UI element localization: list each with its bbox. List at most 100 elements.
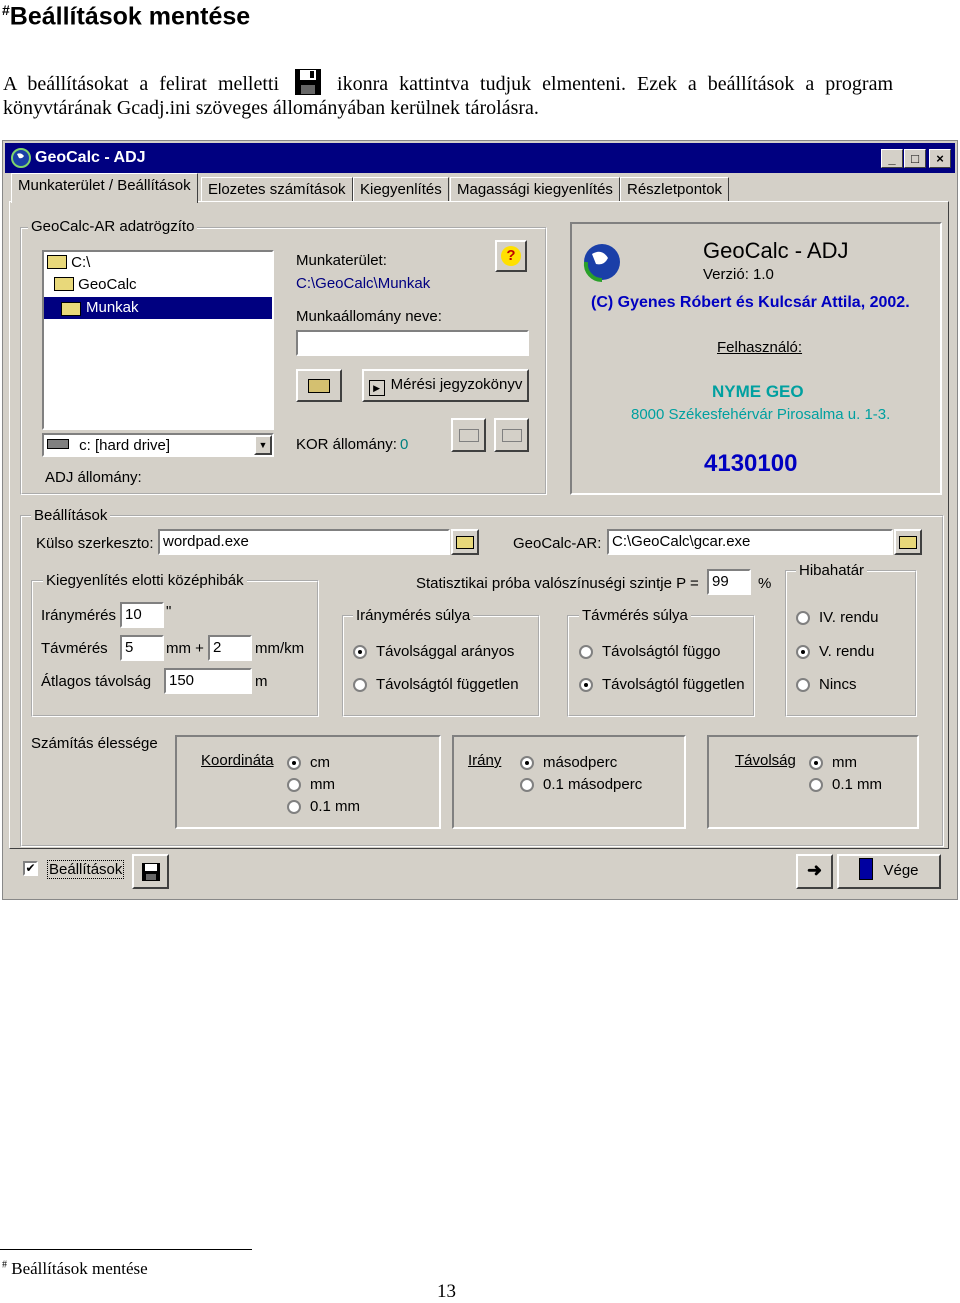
- radio-button[interactable]: [287, 800, 301, 814]
- radio-button[interactable]: [809, 756, 823, 770]
- about-app-name: GeoCalc - ADJ: [703, 238, 849, 263]
- browse-gcar-button[interactable]: [894, 529, 922, 555]
- folder-open-icon: [47, 255, 67, 269]
- precision-label: Számítás élessége: [31, 735, 158, 752]
- radio-button[interactable]: [796, 611, 810, 625]
- exit-door-icon: [859, 858, 874, 880]
- gcar-label: GeoCalc-AR:: [513, 535, 602, 552]
- limit-group-label: Hibahatár: [796, 562, 868, 579]
- folder-open-icon: [54, 277, 74, 291]
- next-button[interactable]: ➜: [796, 854, 833, 889]
- direction-unit: ": [166, 603, 172, 620]
- hard-drive-icon: [47, 439, 69, 449]
- distance-label: Távmérés: [41, 640, 108, 657]
- direction-label: Iránymérés: [41, 607, 117, 624]
- adj-file-label: ADJ állomány:: [45, 469, 142, 486]
- help-button[interactable]: ?: [495, 240, 527, 272]
- about-address: 8000 Székesfehérvár Pirosalma u. 1-3.: [631, 406, 891, 423]
- about-user-label: Felhasználó:: [717, 339, 803, 356]
- tab-adjustment[interactable]: Kiegyenlítés: [353, 177, 449, 202]
- folder-open-icon: [61, 302, 81, 316]
- about-version: Verzió: 1.0: [703, 266, 774, 283]
- dist-precision-label: Távolság: [735, 752, 796, 769]
- open-kor-button[interactable]: [451, 418, 486, 452]
- coord-precision-panel: Koordináta cm mm 0.1 mm: [175, 735, 441, 829]
- tab-detail-points[interactable]: Részletpontok: [620, 177, 730, 202]
- folder-tree[interactable]: C:\ GeoCalc Munkak: [42, 250, 274, 430]
- document-title: #Beállítások mentése: [2, 2, 251, 31]
- folder-open-icon: [458, 429, 479, 442]
- application-window: GeoCalc - ADJ _ □ × Munkaterület / Beáll…: [2, 140, 958, 900]
- dir-weight-group-label: Iránymérés súlya: [353, 607, 474, 624]
- about-serial: 4130100: [704, 450, 798, 477]
- radio-button[interactable]: [579, 678, 593, 692]
- protocol-button[interactable]: ▶ Mérési jegyzokönyv: [362, 369, 529, 402]
- tab-preliminary[interactable]: Elozetes számítások: [201, 177, 353, 202]
- globe-icon: [580, 240, 624, 288]
- window-title: GeoCalc - ADJ: [35, 149, 146, 166]
- settings-group-label: Beállítások: [31, 507, 111, 524]
- end-button[interactable]: Vége: [837, 854, 941, 889]
- title-bar: GeoCalc - ADJ _ □ ×: [5, 143, 955, 173]
- stat-level-unit: %: [758, 575, 772, 592]
- kor-label: KOR állomány:: [296, 436, 397, 453]
- stat-level-input[interactable]: 99: [707, 569, 751, 595]
- distance-unit: mm +: [166, 640, 204, 657]
- avg-distance-unit: m: [255, 673, 268, 690]
- help-icon: ?: [501, 246, 521, 266]
- about-panel: GeoCalc - ADJ Verzió: 1.0 (C) Gyenes Rób…: [570, 222, 942, 495]
- editor-label: Külso szerkeszto:: [36, 535, 154, 552]
- chevron-down-icon[interactable]: ▼: [254, 435, 272, 455]
- maximize-button[interactable]: □: [904, 149, 926, 168]
- settings-checkbox-label: Beállítások: [47, 860, 125, 879]
- save-settings-button[interactable]: [132, 854, 169, 889]
- editor-input[interactable]: wordpad.exe: [158, 529, 450, 555]
- radio-button[interactable]: [809, 778, 823, 792]
- station-name-input[interactable]: [296, 330, 529, 356]
- radio-button[interactable]: [796, 645, 810, 659]
- radio-button[interactable]: [287, 778, 301, 792]
- stat-level-label: Statisztikai próba valószínuségi szintje…: [416, 575, 699, 592]
- tree-item-root[interactable]: C:\: [47, 254, 90, 271]
- errors-group-label: Kiegyenlítés elotti középhibák: [43, 572, 247, 589]
- page-number: 13: [437, 1281, 456, 1302]
- distance-input[interactable]: 5: [120, 635, 164, 661]
- open-multiple-button[interactable]: [494, 418, 529, 452]
- settings-checkbox[interactable]: ✔: [23, 861, 38, 876]
- direction-input[interactable]: 10: [120, 602, 164, 628]
- dist-weight-group: [567, 615, 755, 717]
- workspace-path: C:\GeoCalc\Munkak: [296, 275, 431, 292]
- distance-ppm-input[interactable]: 2: [208, 635, 252, 661]
- radio-button[interactable]: [287, 756, 301, 770]
- browse-editor-button[interactable]: [451, 529, 479, 555]
- close-button[interactable]: ×: [929, 149, 951, 168]
- about-org: NYME GEO: [712, 382, 804, 401]
- tree-item-geocalc[interactable]: GeoCalc: [54, 276, 137, 293]
- coord-precision-label: Koordináta: [201, 752, 274, 769]
- dir-precision-panel: Irány másodperc 0.1 másodperc: [452, 735, 686, 829]
- footnote: # Beállítások mentése: [2, 1259, 148, 1278]
- gcar-input[interactable]: C:\GeoCalc\gcar.exe: [607, 529, 893, 555]
- tab-settings[interactable]: Munkaterület / Beállítások: [11, 173, 198, 203]
- tab-height-adjustment[interactable]: Magassági kiegyenlítés: [450, 177, 620, 202]
- radio-button[interactable]: [579, 645, 593, 659]
- tree-item-munkak[interactable]: Munkak: [44, 297, 272, 319]
- drive-select[interactable]: c: [hard drive] ▼: [42, 433, 274, 457]
- radio-button[interactable]: [353, 645, 367, 659]
- globe-icon: [11, 148, 31, 172]
- station-name-label: Munkaállomány neve:: [296, 308, 442, 325]
- about-copyright: (C) Gyenes Róbert és Kulcsár Attila, 200…: [591, 294, 910, 311]
- minimize-button[interactable]: _: [881, 149, 903, 168]
- radio-button[interactable]: [353, 678, 367, 692]
- radio-button[interactable]: [796, 678, 810, 692]
- kor-value: 0: [400, 436, 409, 453]
- open-folder-button[interactable]: [296, 369, 342, 402]
- radio-button[interactable]: [520, 778, 534, 792]
- dir-precision-label: Irány: [468, 752, 502, 769]
- avg-distance-label: Átlagos távolság: [41, 673, 152, 690]
- folder-open-icon: [456, 536, 474, 549]
- avg-distance-input[interactable]: 150: [164, 668, 252, 694]
- folders-icon: [501, 429, 522, 442]
- floppy-disk-icon: [294, 68, 322, 96]
- radio-button[interactable]: [520, 756, 534, 770]
